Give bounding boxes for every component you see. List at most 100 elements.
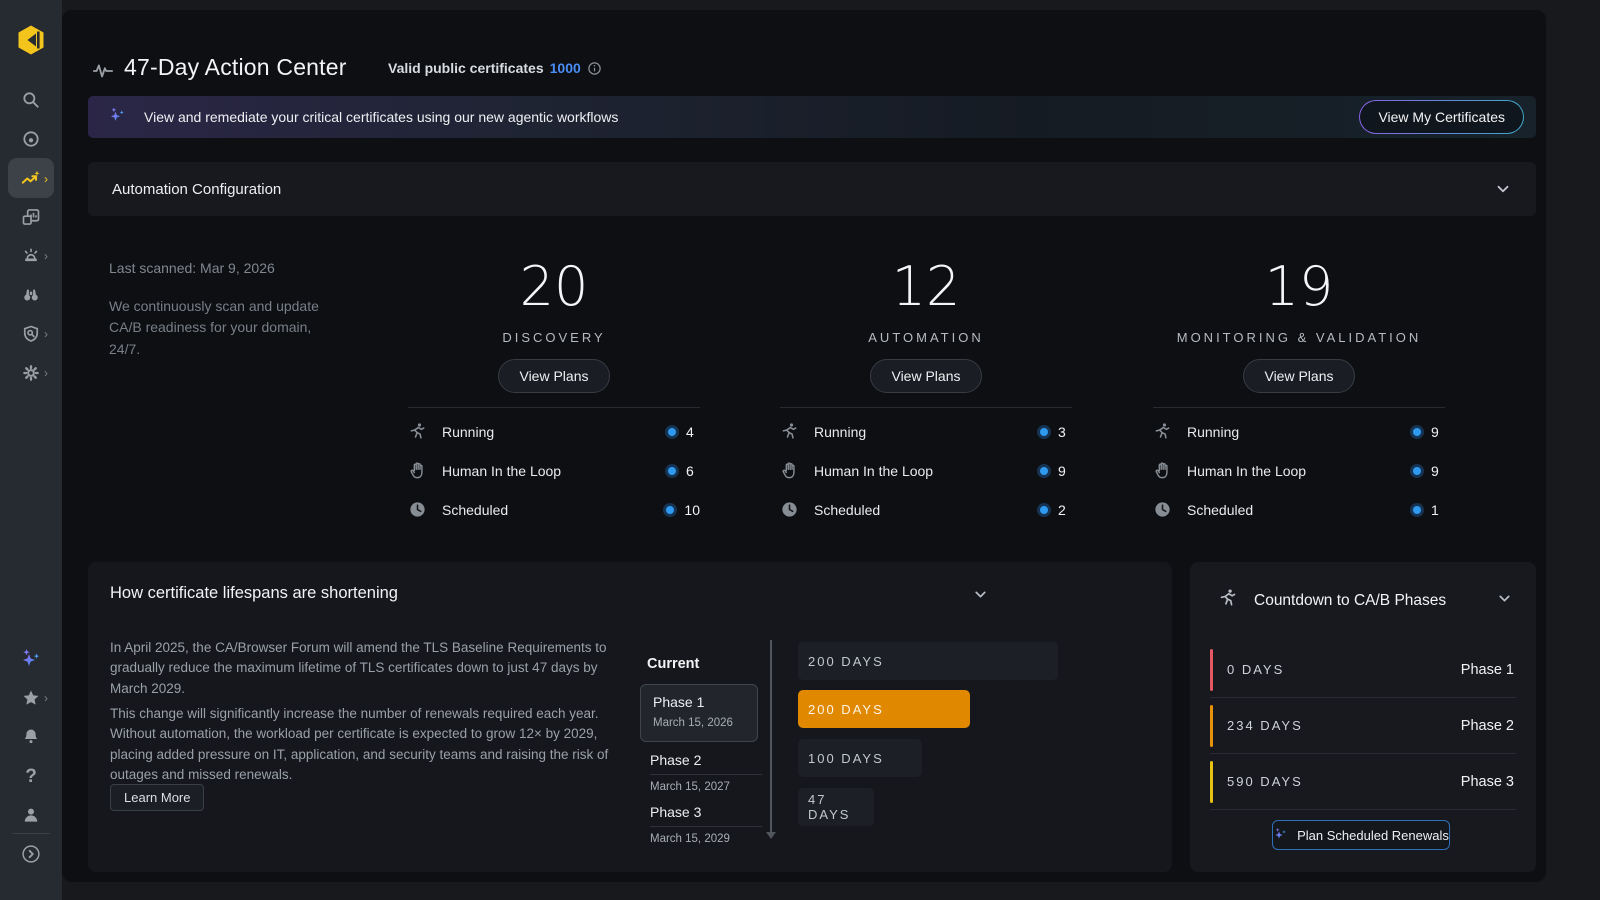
view-plans-button[interactable]: View Plans — [870, 359, 981, 393]
timeline-arrow — [770, 640, 772, 832]
account-user-icon[interactable] — [0, 805, 62, 825]
status-dot — [1040, 506, 1048, 514]
valid-certs-summary: Valid public certificates 1000 — [388, 60, 602, 76]
lifespans-panel: How certificate lifespans are shortening… — [88, 562, 1172, 872]
status-dot — [1040, 467, 1048, 475]
agentic-workflows-banner: View and remediate your critical certifi… — [88, 96, 1536, 138]
reports-icon[interactable] — [0, 207, 62, 227]
row-value: 9 — [1431, 424, 1445, 440]
info-icon[interactable] — [587, 61, 602, 76]
inspector-shield-icon[interactable]: › — [0, 324, 62, 344]
brand-logo-icon[interactable] — [0, 23, 62, 57]
expand-sidebar-button[interactable] — [0, 843, 62, 865]
pulse-activity-icon — [92, 60, 114, 87]
chevron-down-icon[interactable] — [972, 586, 989, 608]
search-icon[interactable] — [0, 90, 62, 110]
view-plans-button[interactable]: View Plans — [498, 359, 609, 393]
stat-column-monitoring: 19 MONITORING & VALIDATION View Plans Ru… — [1153, 260, 1445, 529]
view-my-certificates-button[interactable]: View My Certificates — [1359, 100, 1524, 134]
chevron-down-icon[interactable] — [1494, 180, 1512, 198]
page-title: 47-Day Action Center — [124, 54, 347, 81]
status-dot — [1413, 506, 1421, 514]
countdown-panel: Countdown to CA/B Phases 0 DAYS Phase 1 … — [1190, 562, 1536, 872]
discovery-binoculars-icon[interactable] — [0, 285, 62, 305]
row-label: Scheduled — [1187, 502, 1253, 518]
countdown-row-phase3: 590 DAYS Phase 3 — [1210, 754, 1516, 810]
countdown-title: Countdown to CA/B Phases — [1254, 592, 1446, 610]
clock-icon — [1153, 500, 1175, 519]
countdown-row-phase2: 234 DAYS Phase 2 — [1210, 698, 1516, 754]
row-value: 2 — [1058, 502, 1072, 518]
stat-count: 20 — [408, 260, 700, 314]
scan-description: We continuously scan and update CA/B rea… — [109, 296, 321, 361]
row-value: 6 — [686, 463, 700, 479]
learn-more-button[interactable]: Learn More — [110, 784, 204, 811]
current-phase-label: Current — [647, 656, 699, 672]
scheduled-row: Scheduled 2 — [780, 490, 1072, 529]
sparkles-icon — [108, 105, 128, 130]
phase-3-item[interactable]: Phase 3 March 15, 2029 — [650, 804, 762, 845]
row-label: Running — [814, 424, 866, 440]
alerts-siren-icon[interactable]: › — [0, 246, 62, 266]
phase-color-bar — [1210, 761, 1213, 803]
lifespan-bar-phase1-selected[interactable]: 200 DAYS — [798, 690, 970, 728]
countdown-row-phase1: 0 DAYS Phase 1 — [1210, 642, 1516, 698]
stat-label: DISCOVERY — [408, 330, 700, 345]
lifespan-bar-current[interactable]: 200 DAYS — [798, 642, 1058, 680]
status-dot — [1040, 428, 1048, 436]
settings-gear-icon[interactable]: › — [0, 363, 62, 383]
monitor-target-icon[interactable] — [0, 129, 62, 149]
stat-count: 19 — [1153, 260, 1445, 314]
hand-icon — [1153, 461, 1175, 480]
running-row: Running 3 — [780, 412, 1072, 451]
chevron-right-icon: › — [44, 691, 48, 705]
human-in-loop-row: Human In the Loop 9 — [780, 451, 1072, 490]
chevron-right-icon: › — [44, 172, 48, 186]
view-plans-button[interactable]: View Plans — [1243, 359, 1354, 393]
chevron-down-icon[interactable] — [1496, 590, 1513, 612]
row-label: Running — [442, 424, 494, 440]
runner-icon — [1218, 588, 1238, 613]
runner-icon — [1153, 422, 1175, 441]
hand-icon — [780, 461, 802, 480]
row-value: 9 — [1431, 463, 1445, 479]
human-in-loop-row: Human In the Loop 9 — [1153, 451, 1445, 490]
stat-column-discovery: 20 DISCOVERY View Plans Running 4 Human … — [408, 260, 700, 529]
phase-1-card[interactable]: Phase 1 March 15, 2026 — [640, 684, 758, 742]
plan-scheduled-renewals-button[interactable]: Plan Scheduled Renewals — [1272, 820, 1450, 850]
lifespan-bar-phase2[interactable]: 100 DAYS — [798, 739, 922, 777]
row-value: 9 — [1058, 463, 1072, 479]
lifespans-paragraph-1: In April 2025, the CA/Browser Forum will… — [110, 638, 626, 699]
runner-icon — [780, 422, 802, 441]
valid-certs-count-link[interactable]: 1000 — [550, 60, 581, 76]
help-icon[interactable]: ? — [0, 766, 62, 788]
automation-nav-icon[interactable]: › — [0, 168, 62, 190]
row-label: Human In the Loop — [1187, 463, 1306, 479]
ai-sparkles-icon[interactable] — [0, 646, 62, 670]
row-label: Human In the Loop — [814, 463, 933, 479]
chevron-right-icon: › — [44, 249, 48, 263]
row-label: Running — [1187, 424, 1239, 440]
lifespan-bar-phase3[interactable]: 47 DAYS — [798, 788, 874, 826]
chevron-right-icon: › — [44, 327, 48, 341]
main-canvas: 47-Day Action Center Valid public certif… — [62, 10, 1546, 882]
phase-2-item[interactable]: Phase 2 March 15, 2027 — [650, 752, 762, 793]
lifespans-title: How certificate lifespans are shortening — [110, 584, 398, 603]
row-label: Scheduled — [814, 502, 880, 518]
stat-label: AUTOMATION — [780, 330, 1072, 345]
status-dot — [668, 428, 676, 436]
hand-icon — [408, 461, 430, 480]
status-dot — [666, 506, 674, 514]
runner-icon — [408, 422, 430, 441]
sidebar: › › › › › — [0, 0, 62, 900]
row-value: 1 — [1431, 502, 1445, 518]
row-label: Human In the Loop — [442, 463, 561, 479]
scheduled-row: Scheduled 1 — [1153, 490, 1445, 529]
notifications-bell-icon[interactable] — [0, 727, 62, 747]
sidebar-divider — [12, 833, 50, 834]
running-row: Running 9 — [1153, 412, 1445, 451]
sparkles-icon — [1273, 826, 1289, 845]
automation-config-header[interactable]: Automation Configuration — [88, 162, 1536, 216]
running-row: Running 4 — [408, 412, 700, 451]
favorites-star-icon[interactable]: › — [0, 688, 62, 708]
